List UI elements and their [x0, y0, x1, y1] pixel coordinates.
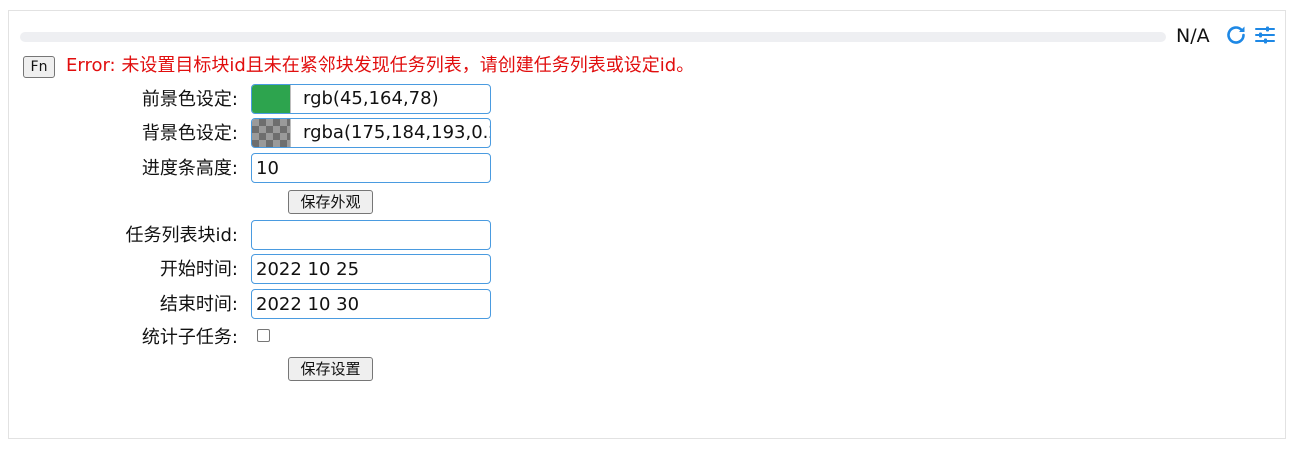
- foreground-color-value: rgb(45,164,78): [303, 88, 439, 109]
- foreground-color-swatch[interactable]: [252, 85, 291, 113]
- settings-button[interactable]: [1253, 23, 1277, 47]
- block-id-input[interactable]: [251, 220, 491, 250]
- end-time-input[interactable]: [251, 289, 491, 319]
- background-color-label: 背景色设定:: [141, 123, 238, 144]
- count-subtasks-label: 统计子任务:: [141, 327, 238, 348]
- background-color-field[interactable]: rgba(175,184,193,0.2): [251, 118, 491, 148]
- progress-bar: [20, 32, 1166, 42]
- error-message: Error: 未设置目标块id且未在紧邻块发现任务列表，请创建任务列表或设定id…: [66, 55, 695, 76]
- refresh-icon: [1227, 26, 1245, 44]
- background-color-value: rgba(175,184,193,0.2): [303, 122, 490, 143]
- sliders-icon: [1255, 26, 1275, 44]
- bar-height-label: 进度条高度:: [141, 158, 238, 179]
- block-id-label: 任务列表块id:: [125, 225, 239, 246]
- end-time-label: 结束时间:: [159, 294, 238, 315]
- count-subtasks-checkbox[interactable]: [257, 329, 270, 342]
- bar-height-input[interactable]: [251, 153, 491, 183]
- foreground-color-field[interactable]: rgb(45,164,78): [251, 84, 491, 114]
- fn-button[interactable]: Fn: [23, 56, 55, 78]
- start-time-label: 开始时间:: [159, 259, 238, 280]
- foreground-color-label: 前景色设定:: [141, 89, 238, 110]
- start-time-input[interactable]: [251, 254, 491, 284]
- refresh-button[interactable]: [1224, 23, 1248, 47]
- save-appearance-button[interactable]: 保存外观: [288, 190, 373, 214]
- background-color-swatch[interactable]: [252, 119, 291, 147]
- save-settings-button[interactable]: 保存设置: [288, 357, 373, 381]
- progress-text: N/A: [1176, 25, 1210, 47]
